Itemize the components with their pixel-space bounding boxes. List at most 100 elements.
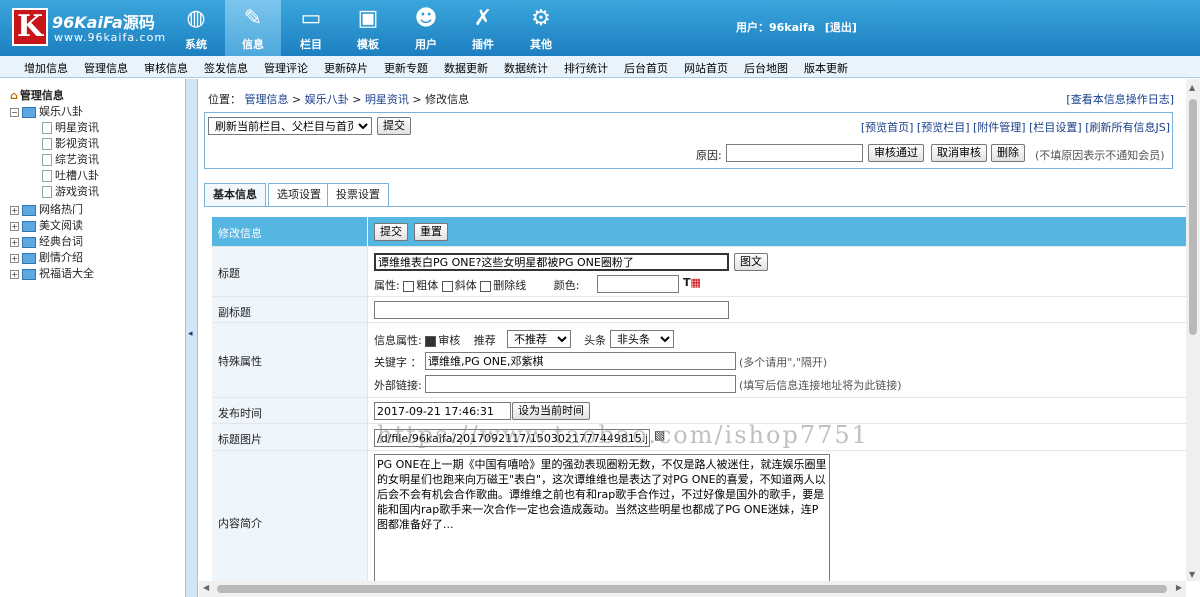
pubtime-input[interactable] (374, 402, 511, 420)
menu-sign-info[interactable]: 签发信息 (204, 60, 248, 76)
headline-select[interactable]: 非头条 (610, 330, 674, 348)
preview-home-link[interactable]: [预览首页] (861, 121, 914, 134)
unapprove-button[interactable]: 取消审核 (931, 144, 987, 162)
menu-admin-map[interactable]: 后台地图 (744, 60, 788, 76)
tree-item-wishes[interactable]: + 祝福语大全 (10, 266, 94, 282)
delete-button[interactable]: 删除 (991, 144, 1025, 162)
tree-item-game-news[interactable]: 游戏资讯 (42, 184, 99, 200)
keywords-input[interactable] (425, 352, 736, 370)
scroll-up-icon[interactable]: ▲ (1189, 83, 1195, 92)
nav-column[interactable]: ▭ 栏目 (283, 0, 339, 56)
form-reset-button[interactable]: 重置 (414, 223, 448, 241)
tab-basic-info[interactable]: 基本信息 (204, 183, 266, 207)
subtitle-input[interactable] (374, 301, 729, 319)
menu-add-info[interactable]: 增加信息 (24, 60, 68, 76)
reason-input[interactable] (726, 144, 863, 162)
form-submit-button[interactable]: 提交 (374, 223, 408, 241)
scroll-left-icon[interactable]: ◀ (203, 583, 209, 592)
logout-link[interactable]: [退出] (825, 21, 857, 34)
reason-hint: (不填原因表示不通知会员) (1035, 149, 1165, 162)
menu-version-update[interactable]: 版本更新 (804, 60, 848, 76)
titlepic-row: 标题图片 ▧ (212, 424, 1186, 451)
menu-data-update[interactable]: 数据更新 (444, 60, 488, 76)
summary-textarea[interactable]: PG ONE在上一期《中国有嘻哈》里的强劲表现圈粉无数，不仅是路人被迷住，就连娱… (374, 454, 830, 581)
nav-user[interactable]: ☻ 用户 (398, 0, 454, 56)
menu-manage-info[interactable]: 管理信息 (84, 60, 128, 76)
menu-ranking-stats[interactable]: 排行统计 (564, 60, 608, 76)
preview-column-link[interactable]: [预览栏目] (917, 121, 970, 134)
menu-audit-info[interactable]: 审核信息 (144, 60, 188, 76)
image-select-icon[interactable]: ▧ (654, 428, 665, 442)
breadcrumb-link[interactable]: 明星资讯 (365, 93, 409, 106)
column-settings-link[interactable]: [栏目设置] (1029, 121, 1082, 134)
nav-label: 其他 (530, 38, 552, 51)
breadcrumb-link[interactable]: 管理信息 (245, 93, 289, 106)
folder-icon (22, 106, 36, 118)
menu-manage-comments[interactable]: 管理评论 (264, 60, 308, 76)
expand-icon[interactable]: + (10, 221, 19, 231)
titlepic-input[interactable] (374, 429, 650, 447)
tree-item-gossip[interactable]: 吐槽八卦 (42, 168, 99, 184)
tree-item-hot[interactable]: + 网络热门 (10, 202, 83, 218)
sidebar-splitter[interactable]: ◂ (186, 79, 198, 597)
pubtime-row: 发布时间 设为当前时间 (212, 398, 1186, 424)
tree-item-entertainment[interactable]: − 娱乐八卦 (10, 104, 83, 120)
nav-other[interactable]: ⚙ 其他 (513, 0, 569, 56)
title-input[interactable] (374, 253, 729, 271)
color-input[interactable] (597, 275, 679, 293)
italic-checkbox[interactable] (441, 280, 453, 292)
logo-brand: 96KaiFa源码 (52, 13, 155, 32)
form-header-label: 修改信息 (218, 227, 262, 240)
bold-checkbox[interactable] (403, 280, 415, 292)
color-picker-icon[interactable]: T▦ (683, 276, 701, 289)
recommend-select[interactable]: 不推荐 (507, 330, 571, 348)
nav-template[interactable]: ▣ 模板 (340, 0, 396, 56)
menu-update-topics[interactable]: 更新专题 (384, 60, 428, 76)
tree-item-essays[interactable]: + 美文阅读 (10, 218, 83, 234)
menu-site-home[interactable]: 网站首页 (684, 60, 728, 76)
menu-data-stats[interactable]: 数据统计 (504, 60, 548, 76)
vertical-scroll-thumb[interactable] (1189, 99, 1197, 335)
title-image-button[interactable]: 图文 (734, 253, 768, 271)
strike-checkbox[interactable] (480, 280, 492, 292)
logo[interactable]: K 96KaiFa源码 www.96kaifa.com (8, 6, 168, 50)
scroll-right-icon[interactable]: ▶ (1176, 583, 1182, 592)
approve-button[interactable]: 审核通过 (868, 144, 924, 162)
nav-system[interactable]: ◍ 系统 (168, 0, 224, 56)
expand-icon[interactable]: + (10, 205, 19, 215)
title-label: 标题 (218, 267, 240, 280)
expand-icon[interactable]: + (10, 253, 19, 263)
breadcrumb-link[interactable]: 娱乐八卦 (305, 93, 349, 106)
tab-options[interactable]: 选项设置 (268, 183, 330, 207)
tree-item-plots[interactable]: + 剧情介绍 (10, 250, 83, 266)
attachment-manage-link[interactable]: [附件管理] (973, 121, 1026, 134)
tab-vote[interactable]: 投票设置 (327, 183, 389, 207)
horizontal-scroll-thumb[interactable] (217, 585, 1167, 593)
audit-checkbox[interactable] (425, 335, 437, 347)
collapse-left-icon[interactable]: ◂ (188, 329, 193, 339)
refresh-submit-button[interactable]: 提交 (377, 117, 411, 135)
scroll-down-icon[interactable]: ▼ (1189, 570, 1195, 579)
refresh-select[interactable]: 刷新当前栏目、父栏目与首页 (208, 117, 372, 135)
tree-item-film-news[interactable]: 影视资讯 (42, 136, 99, 152)
expand-icon[interactable]: + (10, 237, 19, 247)
tree-item-star-news[interactable]: 明星资讯 (42, 120, 99, 136)
set-current-time-button[interactable]: 设为当前时间 (512, 402, 590, 420)
tree-item-variety-news[interactable]: 综艺资讯 (42, 152, 99, 168)
nav-plugin[interactable]: ✗ 插件 (455, 0, 511, 56)
menu-update-fragments[interactable]: 更新碎片 (324, 60, 368, 76)
refresh-js-link[interactable]: [刷新所有信息JS] (1085, 121, 1170, 134)
expand-icon[interactable]: + (10, 269, 19, 279)
menu-admin-home[interactable]: 后台首页 (624, 60, 668, 76)
tree-item-quotes[interactable]: + 经典台词 (10, 234, 83, 250)
view-log-link[interactable]: [查看本信息操作日志] (1066, 91, 1174, 107)
collapse-icon[interactable]: − (10, 107, 19, 117)
top-header: K 96KaiFa源码 www.96kaifa.com ◍ 系统 ✎ 信息 ▭ … (0, 0, 1200, 56)
vertical-scrollbar[interactable]: ▲ ▼ (1186, 79, 1200, 581)
horizontal-scrollbar[interactable]: ◀ ▶ (199, 581, 1186, 597)
document-icon (42, 186, 52, 198)
nav-info[interactable]: ✎ 信息 (225, 0, 281, 56)
external-link-input[interactable] (425, 375, 736, 393)
main-content: 位置： 管理信息 > 娱乐八卦 > 明星资讯 > 修改信息 [查看本信息操作日志… (199, 79, 1186, 581)
tree-root[interactable]: ⌂ 管理信息 (10, 88, 64, 104)
